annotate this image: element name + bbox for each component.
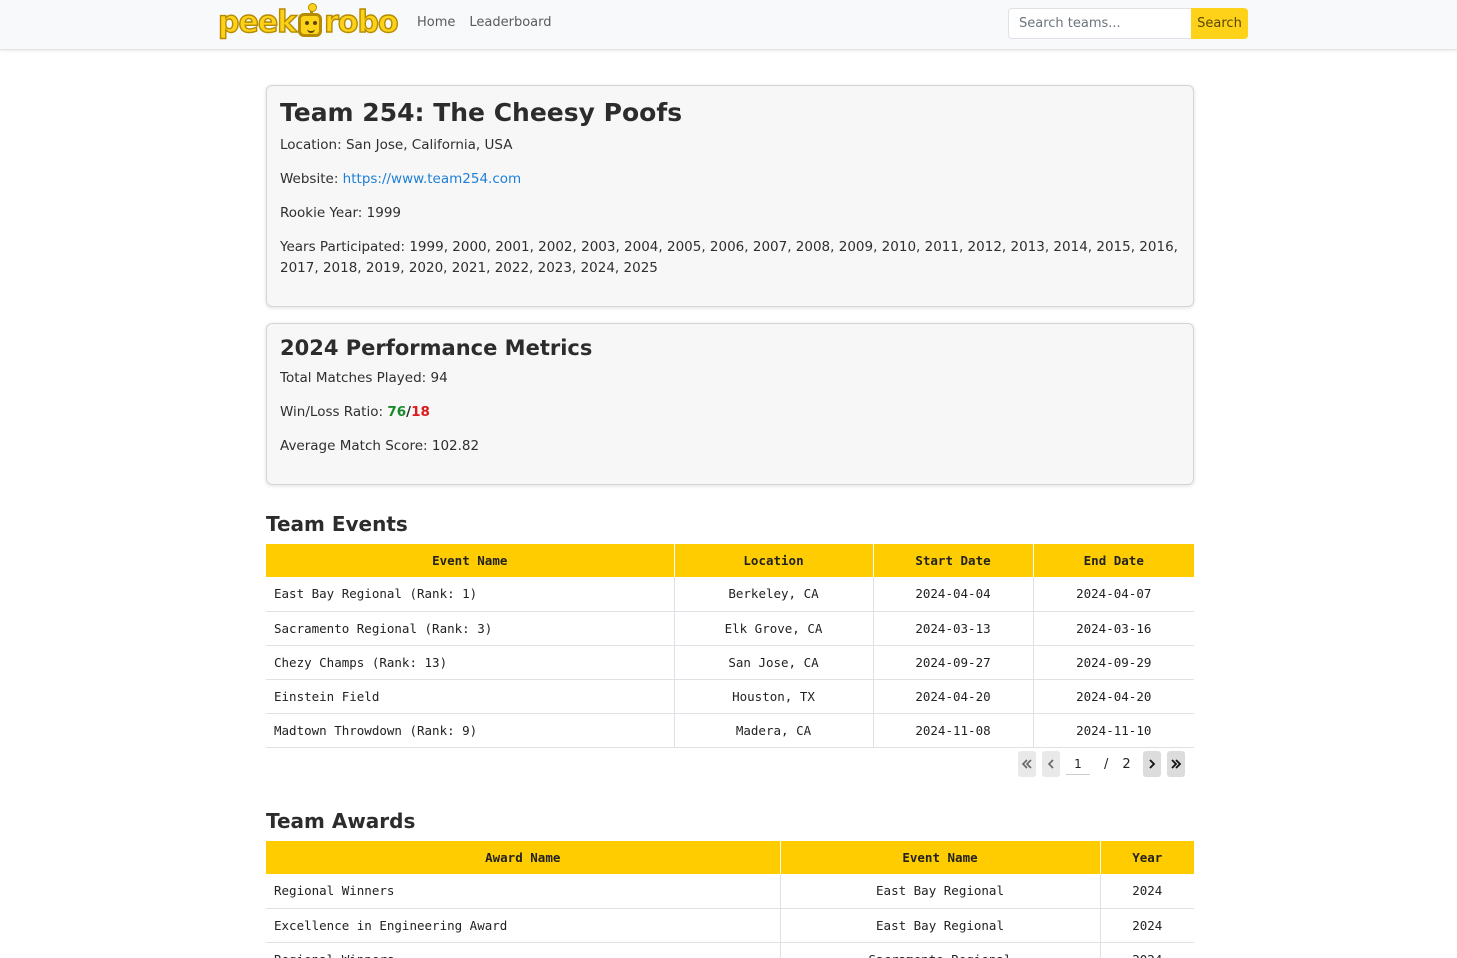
award-event-cell: Sacramento Regional <box>780 942 1101 958</box>
team-website: Website: https://www.team254.com <box>280 169 1180 190</box>
event-name-cell: Chezy Champs (Rank: 13) <box>266 645 675 680</box>
nav-link-home[interactable]: Home <box>417 15 455 30</box>
event-name-cell: East Bay Regional (Rank: 1) <box>266 577 675 612</box>
awards-table: Award Name Event Name Year Regional Winn… <box>266 841 1194 958</box>
page-separator: / <box>1104 756 1109 772</box>
ratio-label: Win/Loss Ratio: <box>280 404 384 420</box>
event-location-cell: Berkeley, CA <box>674 577 874 612</box>
table-row[interactable]: Sacramento Regional (Rank: 3) Elk Grove,… <box>266 611 1194 646</box>
team-title: Team 254: The Cheesy Poofs <box>280 98 683 127</box>
team-location: Location: San Jose, California, USA <box>280 135 1180 156</box>
table-row[interactable]: East Bay Regional (Rank: 1) Berkeley, CA… <box>266 577 1194 612</box>
event-name-cell: Einstein Field <box>266 679 675 714</box>
team-rookie-year: Rookie Year: 1999 <box>280 203 1180 224</box>
nav-links: Home Leaderboard <box>417 15 552 30</box>
event-end-cell: 2024-04-20 <box>1033 679 1194 714</box>
table-row[interactable]: Madtown Throwdown (Rank: 9) Madera, CA 2… <box>266 713 1194 748</box>
avg-label: Average Match Score: <box>280 438 428 454</box>
avg-value: 102.82 <box>431 438 480 454</box>
event-location-cell: Elk Grove, CA <box>674 611 874 646</box>
awards-section-title: Team Awards <box>266 809 416 833</box>
table-row[interactable]: Excellence in Engineering Award East Bay… <box>266 908 1194 943</box>
event-start-cell: 2024-11-08 <box>873 713 1034 748</box>
logo-text-left: peek <box>217 5 298 40</box>
event-name-cell: Sacramento Regional (Rank: 3) <box>266 611 675 646</box>
location-value: San Jose, California, USA <box>345 137 513 153</box>
rookie-label: Rookie Year: <box>280 205 363 221</box>
years-value: 1999, 2000, 2001, 2002, 2003, 2004, 2005… <box>280 239 1178 276</box>
search-button[interactable]: Search <box>1191 8 1248 39</box>
event-end-cell: 2024-11-10 <box>1033 713 1194 748</box>
award-name-cell: Regional Winners <box>266 942 781 958</box>
years-label: Years Participated: <box>280 239 406 255</box>
events-section-title: Team Events <box>266 512 408 536</box>
events-table: Event Name Location Start Date End Date … <box>266 544 1194 748</box>
awards-col-event-name[interactable]: Event Name <box>780 841 1101 874</box>
search-input[interactable] <box>1008 8 1191 39</box>
losses-value: 18 <box>411 404 430 420</box>
event-name-cell: Madtown Throwdown (Rank: 9) <box>266 713 675 748</box>
award-year-cell: 2024 <box>1100 874 1194 909</box>
robot-face-icon <box>298 3 323 37</box>
events-header-row: Event Name Location Start Date End Date <box>266 544 1194 577</box>
award-name-cell: Excellence in Engineering Award <box>266 908 781 943</box>
event-location-cell: Madera, CA <box>674 713 874 748</box>
table-row[interactable]: Einstein Field Houston, TX 2024-04-20 20… <box>266 679 1194 714</box>
website-label: Website: <box>280 171 339 187</box>
table-row[interactable]: Regional Winners Sacramento Regional 202… <box>266 942 1194 958</box>
event-start-cell: 2024-03-13 <box>873 611 1034 646</box>
award-year-cell: 2024 <box>1100 942 1194 958</box>
page-number-input[interactable] <box>1066 753 1090 775</box>
navbar: peek robo Home Leaderboard Search <box>0 0 1457 50</box>
event-start-cell: 2024-04-04 <box>873 577 1034 612</box>
website-link[interactable]: https://www.team254.com <box>343 171 521 187</box>
event-location-cell: Houston, TX <box>674 679 874 714</box>
award-name-cell: Regional Winners <box>266 874 781 909</box>
awards-col-award-name[interactable]: Award Name <box>266 841 781 874</box>
nav-link-leaderboard[interactable]: Leaderboard <box>469 15 551 30</box>
metrics-average: Average Match Score: 102.82 <box>280 436 1180 457</box>
logo[interactable]: peek robo <box>217 3 399 40</box>
award-event-cell: East Bay Regional <box>780 908 1101 943</box>
events-col-location[interactable]: Location <box>674 544 874 577</box>
metrics-ratio: Win/Loss Ratio: 76/18 <box>280 402 1180 423</box>
award-event-cell: East Bay Regional <box>780 874 1101 909</box>
event-end-cell: 2024-04-07 <box>1033 577 1194 612</box>
prev-page-icon[interactable] <box>1042 751 1060 777</box>
event-start-cell: 2024-04-20 <box>873 679 1034 714</box>
awards-header-row: Award Name Event Name Year <box>266 841 1194 874</box>
events-col-end-date[interactable]: End Date <box>1033 544 1194 577</box>
award-year-cell: 2024 <box>1100 908 1194 943</box>
event-end-cell: 2024-09-29 <box>1033 645 1194 680</box>
total-pages: 2 <box>1122 756 1131 772</box>
metrics-title: 2024 Performance Metrics <box>280 336 593 360</box>
events-col-event-name[interactable]: Event Name <box>266 544 675 577</box>
awards-col-year[interactable]: Year <box>1100 841 1194 874</box>
metrics-matches: Total Matches Played: 94 <box>280 368 1180 389</box>
matches-value: 94 <box>430 370 448 386</box>
wins-value: 76 <box>387 404 407 420</box>
next-page-icon[interactable] <box>1142 751 1161 777</box>
table-row[interactable]: Regional Winners East Bay Regional 2024 <box>266 874 1194 909</box>
team-info-card: Team 254: The Cheesy Poofs Location: San… <box>266 85 1194 307</box>
logo-text-right: robo <box>323 5 399 40</box>
events-pagination: / 2 <box>1018 751 1185 777</box>
table-row[interactable]: Chezy Champs (Rank: 13) San Jose, CA 202… <box>266 645 1194 680</box>
team-years: Years Participated: 1999, 2000, 2001, 20… <box>280 237 1180 279</box>
last-page-icon[interactable] <box>1166 751 1185 777</box>
rookie-value: 1999 <box>366 205 402 221</box>
first-page-icon[interactable] <box>1018 751 1036 777</box>
location-label: Location: <box>280 137 342 153</box>
event-location-cell: San Jose, CA <box>674 645 874 680</box>
event-start-cell: 2024-09-27 <box>873 645 1034 680</box>
metrics-card: 2024 Performance Metrics Total Matches P… <box>266 323 1194 485</box>
event-end-cell: 2024-03-16 <box>1033 611 1194 646</box>
matches-label: Total Matches Played: <box>280 370 427 386</box>
search-form: Search <box>1008 8 1248 39</box>
events-col-start-date[interactable]: Start Date <box>873 544 1034 577</box>
